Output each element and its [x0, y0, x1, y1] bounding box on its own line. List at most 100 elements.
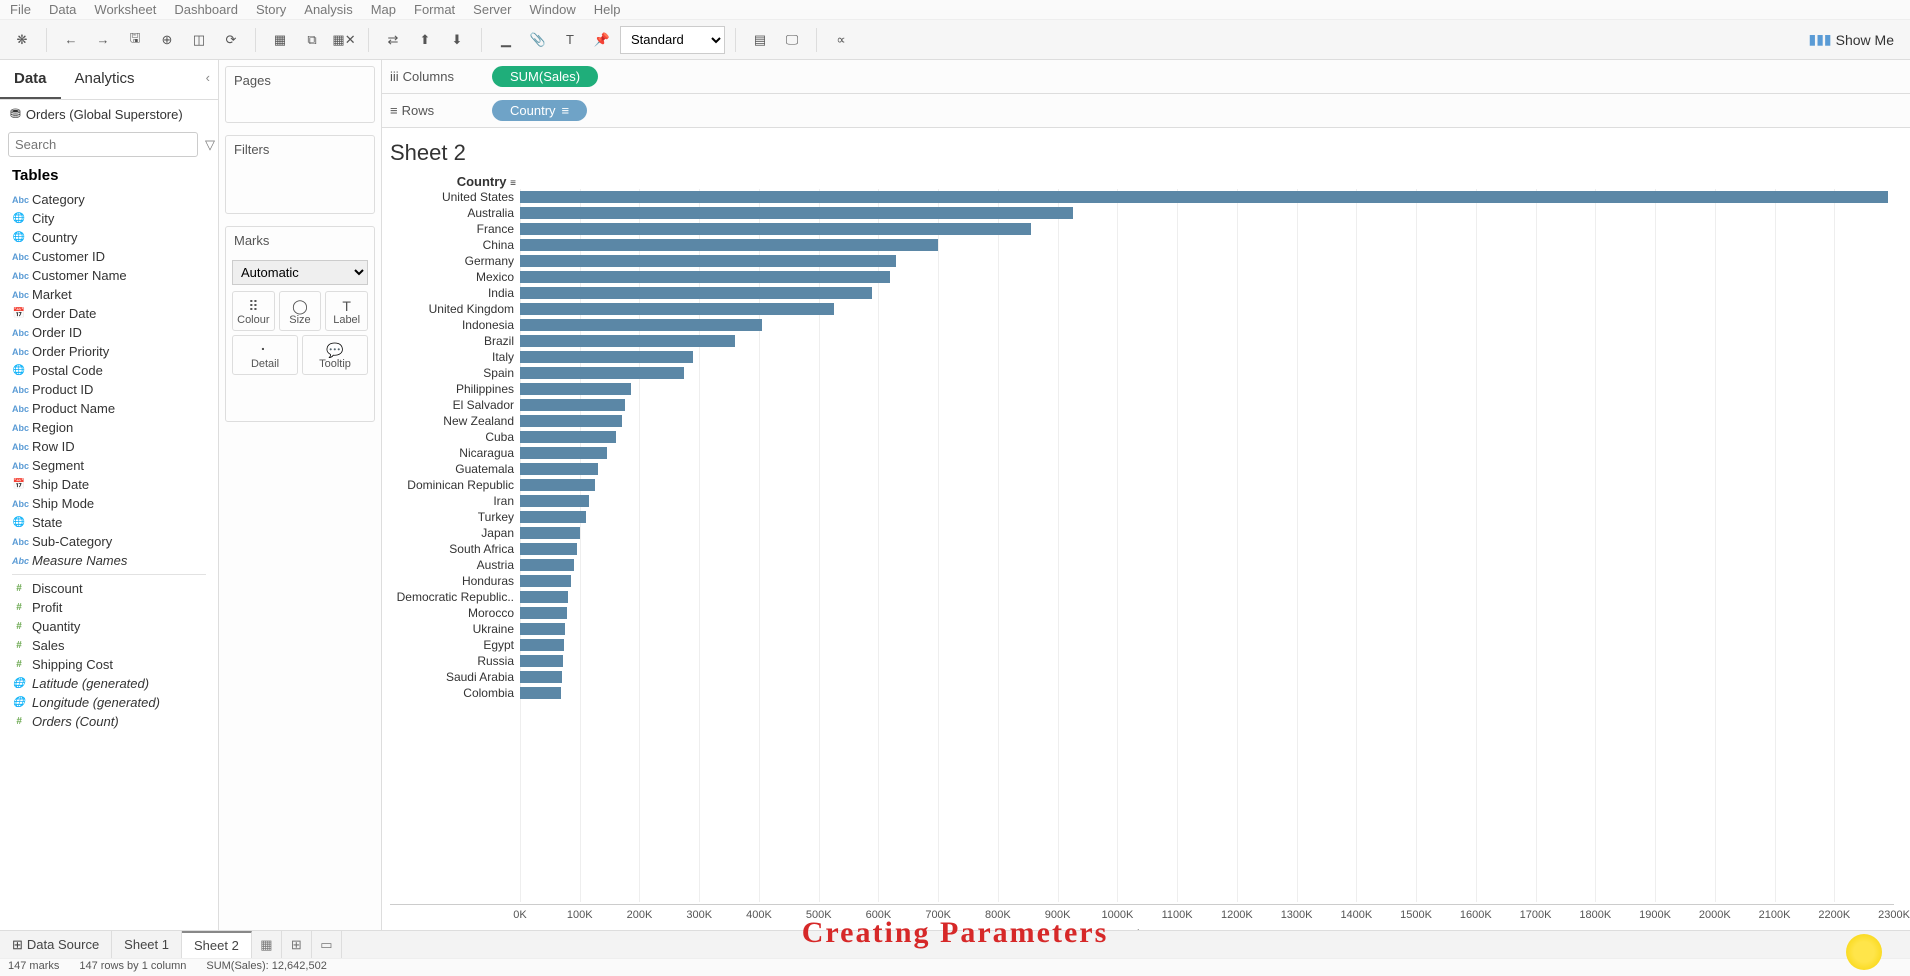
field-customer-name[interactable]: AbcCustomer Name — [0, 266, 218, 285]
sort-asc-icon[interactable]: ⬆ — [411, 26, 439, 54]
bar-row[interactable]: Russia — [390, 653, 1894, 669]
field-shipping-cost[interactable]: #Shipping Cost — [0, 655, 218, 674]
presentation-icon[interactable]: 🖵 — [778, 26, 806, 54]
bar-row[interactable]: United States — [390, 189, 1894, 205]
field-row-id[interactable]: AbcRow ID — [0, 437, 218, 456]
fit-menu[interactable]: Standard — [620, 26, 725, 54]
menu-map[interactable]: Map — [371, 2, 396, 17]
bar-row[interactable]: Saudi Arabia — [390, 669, 1894, 685]
new-sheet-icon[interactable]: ▦ — [266, 26, 294, 54]
field-category[interactable]: AbcCategory — [0, 190, 218, 209]
bar-row[interactable]: Egypt — [390, 637, 1894, 653]
field-order-date[interactable]: 📅Order Date — [0, 304, 218, 323]
pin-icon[interactable]: 📌 — [588, 26, 616, 54]
chart-bars[interactable]: United StatesAustraliaFranceChinaGermany… — [390, 189, 1894, 902]
field-city[interactable]: 🌐City — [0, 209, 218, 228]
field-latitude-generated-[interactable]: 🌐Latitude (generated) — [0, 674, 218, 693]
menu-analysis[interactable]: Analysis — [304, 2, 352, 17]
field-order-id[interactable]: AbcOrder ID — [0, 323, 218, 342]
new-datasource-icon[interactable]: ⊕ — [153, 26, 181, 54]
bar-row[interactable]: China — [390, 237, 1894, 253]
bar-row[interactable]: Austria — [390, 557, 1894, 573]
bar-row[interactable]: Spain — [390, 365, 1894, 381]
columns-pill[interactable]: SUM(Sales) — [492, 66, 598, 87]
bar-row[interactable]: Dominican Republic — [390, 477, 1894, 493]
bar-row[interactable]: Turkey — [390, 509, 1894, 525]
columns-shelf[interactable]: iii Columns SUM(Sales) — [382, 60, 1910, 94]
datasource-tab[interactable]: ⊞ Data Source — [0, 931, 112, 958]
rows-shelf[interactable]: ≡ Rows Country≡ — [382, 94, 1910, 128]
menu-worksheet[interactable]: Worksheet — [94, 2, 156, 17]
highlight-icon[interactable]: ▁ — [492, 26, 520, 54]
marks-type-dropdown[interactable]: Automatic — [232, 260, 368, 285]
tab-analytics[interactable]: Analytics — [61, 60, 149, 99]
mark-label[interactable]: TLabel — [325, 291, 368, 331]
field-orders-count-[interactable]: #Orders (Count) — [0, 712, 218, 731]
menu-help[interactable]: Help — [594, 2, 621, 17]
show-cards-icon[interactable]: ▤ — [746, 26, 774, 54]
field-measure-names[interactable]: AbcMeasure Names — [0, 551, 218, 570]
tab-data[interactable]: Data — [0, 60, 61, 99]
back-icon[interactable]: ← — [57, 26, 85, 54]
group-icon[interactable]: 📎 — [524, 26, 552, 54]
bar-row[interactable]: Brazil — [390, 333, 1894, 349]
menu-window[interactable]: Window — [529, 2, 575, 17]
menu-file[interactable]: File — [10, 2, 31, 17]
menu-format[interactable]: Format — [414, 2, 455, 17]
bar-row[interactable]: South Africa — [390, 541, 1894, 557]
field-customer-id[interactable]: AbcCustomer ID — [0, 247, 218, 266]
bar-row[interactable]: France — [390, 221, 1894, 237]
field-ship-mode[interactable]: AbcShip Mode — [0, 494, 218, 513]
sort-desc-icon[interactable]: ⬇ — [443, 26, 471, 54]
save-icon[interactable]: 🖫 — [121, 26, 149, 54]
bar-row[interactable]: Germany — [390, 253, 1894, 269]
field-longitude-generated-[interactable]: 🌐Longitude (generated) — [0, 693, 218, 712]
bar-row[interactable]: Indonesia — [390, 317, 1894, 333]
new-worksheet-icon[interactable]: ▦ — [252, 931, 282, 958]
bar-row[interactable]: Guatemala — [390, 461, 1894, 477]
mark-colour[interactable]: ⠿Colour — [232, 291, 275, 331]
bar-row[interactable]: El Salvador — [390, 397, 1894, 413]
menu-dashboard[interactable]: Dashboard — [174, 2, 238, 17]
refresh-icon[interactable]: ⟳ — [217, 26, 245, 54]
bar-row[interactable]: Philippines — [390, 381, 1894, 397]
field-profit[interactable]: #Profit — [0, 598, 218, 617]
forward-icon[interactable]: → — [89, 26, 117, 54]
bar-row[interactable]: United Kingdom — [390, 301, 1894, 317]
menu-data[interactable]: Data — [49, 2, 76, 17]
bar-row[interactable]: Italy — [390, 349, 1894, 365]
field-country[interactable]: 🌐Country — [0, 228, 218, 247]
clear-sheet-icon[interactable]: ▦✕ — [330, 26, 358, 54]
sheet1-tab[interactable]: Sheet 1 — [112, 931, 182, 958]
pages-card[interactable]: Pages — [225, 66, 375, 123]
field-region[interactable]: AbcRegion — [0, 418, 218, 437]
bar-row[interactable]: Mexico — [390, 269, 1894, 285]
share-icon[interactable]: ∝ — [827, 26, 855, 54]
pause-data-icon[interactable]: ◫ — [185, 26, 213, 54]
bar-row[interactable]: Colombia — [390, 685, 1894, 701]
field-sub-category[interactable]: AbcSub-Category — [0, 532, 218, 551]
new-story-icon[interactable]: ▭ — [312, 931, 342, 958]
field-product-id[interactable]: AbcProduct ID — [0, 380, 218, 399]
sheet-title[interactable]: Sheet 2 — [390, 136, 1894, 174]
showme-button[interactable]: ▮▮▮ Show Me — [1809, 31, 1902, 48]
search-input[interactable] — [8, 132, 198, 157]
menu-story[interactable]: Story — [256, 2, 286, 17]
bar-row[interactable]: India — [390, 285, 1894, 301]
bar-row[interactable]: Morocco — [390, 605, 1894, 621]
bar-row[interactable]: New Zealand — [390, 413, 1894, 429]
field-postal-code[interactable]: 🌐Postal Code — [0, 361, 218, 380]
bar-row[interactable]: Ukraine — [390, 621, 1894, 637]
menu-server[interactable]: Server — [473, 2, 511, 17]
label-icon[interactable]: T — [556, 26, 584, 54]
bar-row[interactable]: Democratic Republic.. — [390, 589, 1894, 605]
logo-icon[interactable]: ❋ — [8, 26, 36, 54]
bar-row[interactable]: Japan — [390, 525, 1894, 541]
field-quantity[interactable]: #Quantity — [0, 617, 218, 636]
mark-size[interactable]: ◯Size — [279, 291, 322, 331]
field-product-name[interactable]: AbcProduct Name — [0, 399, 218, 418]
field-sales[interactable]: #Sales — [0, 636, 218, 655]
field-discount[interactable]: #Discount — [0, 579, 218, 598]
field-ship-date[interactable]: 📅Ship Date — [0, 475, 218, 494]
field-market[interactable]: AbcMarket — [0, 285, 218, 304]
